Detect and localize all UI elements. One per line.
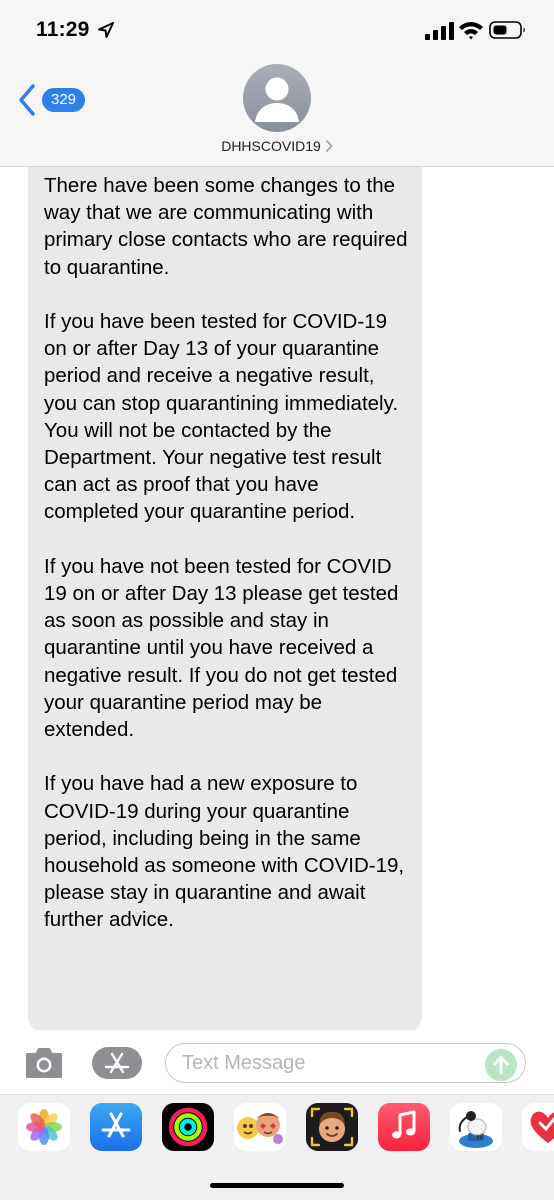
home-indicator[interactable] bbox=[210, 1183, 344, 1188]
memoji-app-button[interactable] bbox=[306, 1103, 358, 1151]
message-list[interactable]: There have been some changes to the way … bbox=[0, 166, 554, 1038]
message-paragraph: If you have not been tested for COVID 19… bbox=[44, 554, 399, 742]
message-paragraph: There have been some changes to the way … bbox=[44, 174, 408, 279]
heart-sticker-app-button[interactable] bbox=[522, 1103, 554, 1151]
activity-icon bbox=[168, 1107, 208, 1147]
memoji-icon bbox=[310, 1107, 354, 1147]
battery-icon bbox=[489, 21, 525, 39]
incoming-message-bubble[interactable]: There have been some changes to the way … bbox=[28, 166, 422, 1034]
memoji-stickers-icon bbox=[237, 1113, 283, 1144]
chevron-right-icon bbox=[325, 140, 333, 152]
person-silhouette-icon bbox=[255, 77, 299, 122]
bird-sticker-app-button[interactable] bbox=[450, 1103, 502, 1151]
app-store-icon bbox=[101, 1112, 131, 1138]
back-button[interactable]: 329 bbox=[16, 82, 86, 118]
conversation-header: 329 DHHSCOVID19 bbox=[0, 58, 554, 167]
message-input[interactable] bbox=[165, 1043, 526, 1083]
status-time: 11:29 bbox=[36, 18, 90, 41]
compose-bar bbox=[0, 1030, 554, 1094]
contact-avatar[interactable] bbox=[243, 64, 311, 132]
wifi-icon bbox=[459, 22, 483, 40]
activity-app-button[interactable] bbox=[162, 1103, 214, 1151]
music-app-button[interactable] bbox=[378, 1103, 430, 1151]
camera-icon bbox=[26, 1048, 62, 1078]
contact-name: DHHSCOVID19 bbox=[221, 138, 321, 154]
music-icon bbox=[392, 1110, 416, 1139]
message-paragraph: If you have been tested for COVID-19 on … bbox=[44, 310, 399, 524]
send-button[interactable] bbox=[485, 1049, 517, 1081]
photos-app-button[interactable] bbox=[18, 1103, 70, 1151]
unread-count-badge: 329 bbox=[42, 88, 86, 112]
messages-screen: 11:29 329 DHHSCOVID19 There have been so… bbox=[0, 0, 554, 1200]
status-bar: 11:29 bbox=[0, 0, 554, 58]
app-drawer bbox=[0, 1094, 554, 1200]
app-store-app-button[interactable] bbox=[90, 1103, 142, 1151]
heart-sticker-icon bbox=[530, 1111, 554, 1143]
cellular-signal-icon bbox=[425, 22, 454, 40]
photos-icon bbox=[26, 1109, 62, 1145]
memoji-stickers-app-button[interactable] bbox=[234, 1103, 286, 1151]
camera-button[interactable] bbox=[24, 1047, 64, 1079]
send-arrow-icon bbox=[493, 1056, 509, 1075]
apps-button[interactable] bbox=[92, 1047, 142, 1079]
chevron-left-icon bbox=[19, 84, 35, 116]
contact-name-button[interactable]: DHHSCOVID19 bbox=[0, 138, 554, 154]
location-arrow-icon bbox=[98, 22, 114, 38]
message-paragraph: If you have had a new exposure to COVID-… bbox=[44, 772, 405, 932]
app-store-icon bbox=[104, 1052, 130, 1074]
bird-sticker-icon bbox=[458, 1111, 493, 1148]
